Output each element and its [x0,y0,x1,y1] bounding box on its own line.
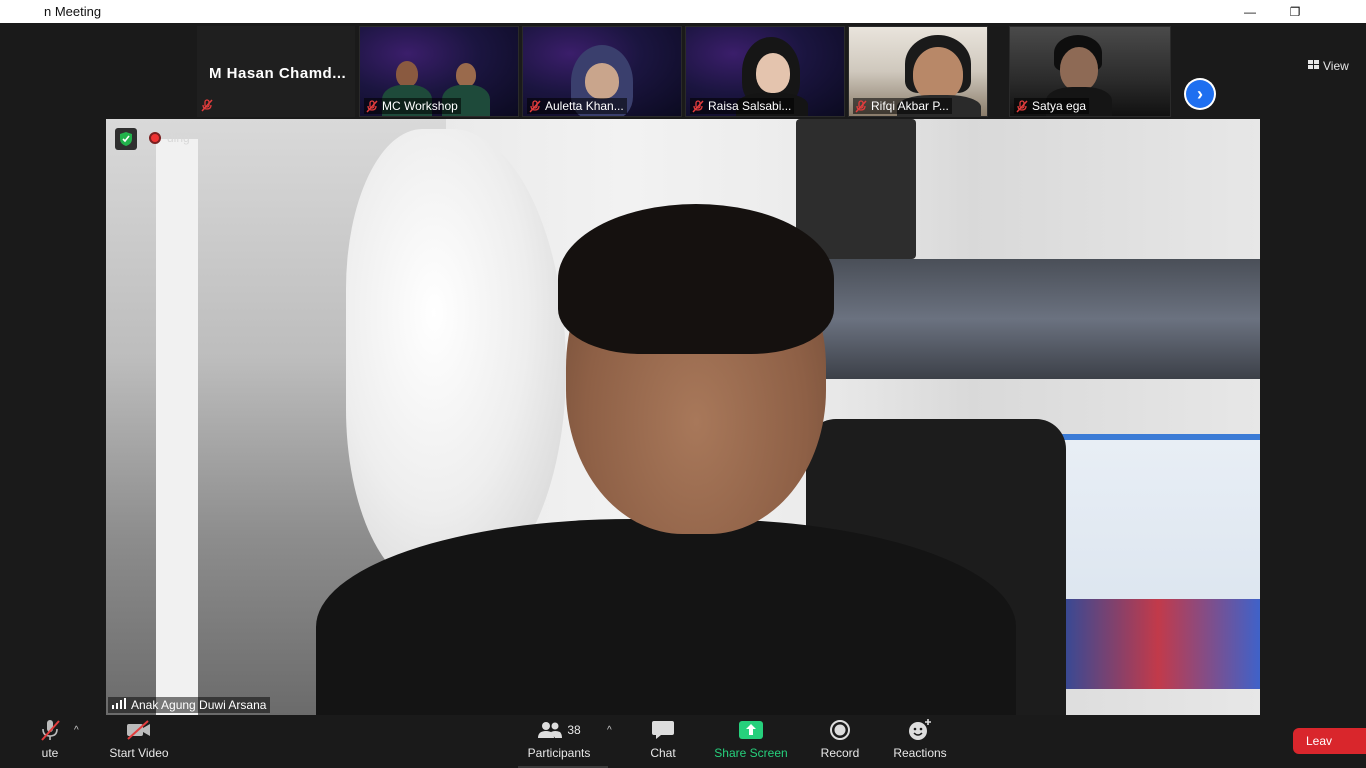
speaker-name: Anak Agung Duwi Arsana [131,698,267,712]
muted-mic-icon [39,715,61,745]
minimize-button[interactable]: — [1227,0,1273,23]
background-poster [1056,599,1260,689]
participant-name: Rifqi Akbar P... [871,99,949,113]
grid-icon [1308,59,1319,73]
participants-button[interactable]: 38 Participants [524,715,594,768]
background-shelf-post [156,139,198,715]
person-figure [585,63,619,99]
person-figure [1060,47,1098,91]
participant-tile-featured[interactable]: M Hasan Chamd... [197,26,355,117]
reactions-button[interactable]: Reactions [890,715,950,768]
recording-label: ding [167,131,190,145]
start-video-label: Start Video [109,746,169,760]
person-figure [756,53,790,93]
next-page-button[interactable]: › [1184,78,1216,110]
participant-tile[interactable]: Satya ega [1009,26,1171,117]
share-screen-label: Share Screen [714,746,788,760]
chat-icon [651,715,675,745]
muted-mic-icon [692,99,704,113]
participant-label: MC Workshop [364,98,461,114]
participant-name: Raisa Salsabi... [708,99,792,113]
participant-name: Satya ega [1032,99,1087,113]
background-speaker [796,119,916,259]
muted-mic-icon [201,99,213,112]
muted-mic-icon [1016,99,1028,113]
share-screen-icon [738,715,764,745]
participant-label: Auletta Khan... [527,98,627,114]
participant-tile[interactable]: Auletta Khan... [522,26,682,117]
mute-label: ute [41,746,59,760]
meeting-toolbar: ute ^ Start Video 38 Participants ^ Chat… [0,715,1366,768]
participants-options-caret[interactable]: ^ [607,725,612,736]
record-label: Record [820,746,860,760]
participant-label: Satya ega [1014,98,1090,114]
signal-bars-icon [112,698,126,712]
shield-icon[interactable] [115,128,137,150]
chat-button[interactable]: Chat [638,715,688,768]
smiley-icon [907,715,933,745]
restore-button[interactable]: ❐ [1272,0,1318,23]
reactions-label: Reactions [893,746,947,760]
mute-options-caret[interactable]: ^ [74,725,79,736]
muted-mic-icon [529,99,541,113]
muted-mic-icon [855,99,867,113]
participant-strip: M Hasan Chamd... MC Workshop Auletta Kha… [0,23,1366,119]
leave-button[interactable]: Leav [1293,728,1366,754]
share-screen-button[interactable]: Share Screen [711,715,791,768]
person-figure [913,47,963,101]
participant-label: Raisa Salsabi... [690,98,795,114]
view-label: View [1323,59,1349,73]
participant-name: MC Workshop [382,99,458,113]
participant-tile[interactable]: Raisa Salsabi... [685,26,845,117]
participant-tile[interactable]: MC Workshop [359,26,519,117]
muted-mic-icon [366,99,378,113]
participant-name: Auletta Khan... [545,99,624,113]
participants-count: 38 [567,723,581,737]
start-video-button[interactable]: Start Video [104,715,174,768]
chevron-right-icon: › [1186,80,1214,108]
background-umbrella-light [346,129,566,589]
window-title: n Meeting [44,4,102,19]
chat-label: Chat [650,746,676,760]
background-drawers [796,259,1260,379]
title-bar: n Meeting — ❐ [0,0,1366,23]
record-button[interactable]: Record [815,715,865,768]
recording-indicator[interactable]: ding [149,131,190,145]
participant-label: Rifqi Akbar P... [853,98,952,114]
people-icon [538,722,563,738]
participant-tile[interactable]: Rifqi Akbar P... [848,26,988,117]
speaker-hair [558,204,834,354]
record-icon [829,715,851,745]
participants-label: Participants [527,746,591,760]
video-off-icon [125,715,153,745]
participants-icon-group: 38 [537,715,581,745]
record-icon [149,132,161,144]
speaker-label: Anak Agung Duwi Arsana [108,697,271,713]
person-figure [396,61,418,87]
participant-name-featured: M Hasan Chamd... [209,65,347,82]
active-speaker-video[interactable]: ding Anak Agung Duwi Arsana [106,119,1260,715]
mute-button[interactable]: ute [22,715,78,768]
person-figure [456,63,476,87]
view-button[interactable]: View [1308,59,1349,73]
speaker-body [316,519,1016,715]
